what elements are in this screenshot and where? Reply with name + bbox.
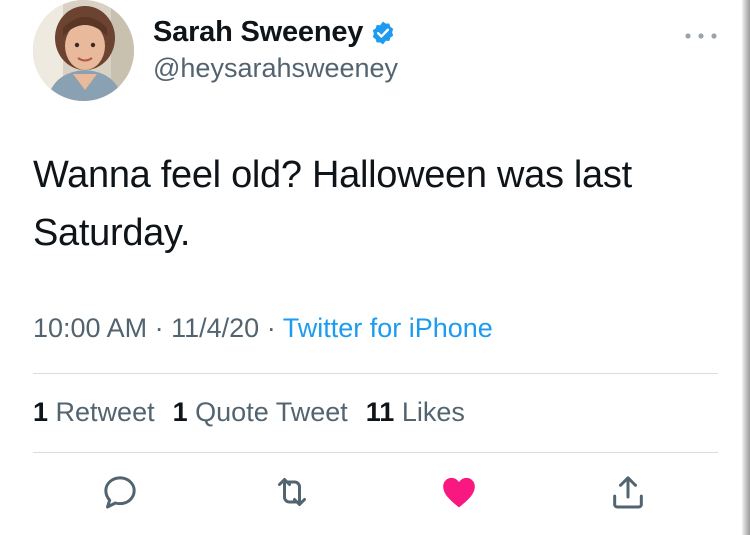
- divider: [33, 373, 718, 374]
- tweet-time[interactable]: 10:00 AM: [33, 313, 147, 343]
- tweet-metadata: 10:00 AM · 11/4/20 · Twitter for iPhone: [33, 313, 493, 344]
- likes-stat[interactable]: 11 Likes: [366, 397, 465, 427]
- tweet-source-link[interactable]: Twitter for iPhone: [283, 313, 493, 343]
- retweets-label: Retweet: [55, 397, 155, 427]
- meta-separator: ·: [266, 313, 276, 343]
- avatar[interactable]: [33, 0, 134, 101]
- quotes-label: Quote Tweet: [195, 397, 348, 427]
- retweet-icon[interactable]: [270, 470, 314, 514]
- verified-badge-icon: [370, 20, 396, 46]
- avatar-photo: [33, 0, 134, 101]
- tweet-header: Sarah Sweeney @heysarahsweeney: [33, 0, 733, 110]
- user-handle[interactable]: @heysarahsweeney: [153, 53, 398, 84]
- share-icon[interactable]: [606, 470, 650, 514]
- retweets-stat[interactable]: 1 Retweet: [33, 397, 155, 427]
- screen-edge: [742, 0, 750, 535]
- display-name[interactable]: Sarah Sweeney: [153, 16, 363, 49]
- reply-icon[interactable]: [98, 470, 142, 514]
- like-icon[interactable]: [437, 470, 481, 514]
- quotes-count: 1: [172, 397, 188, 427]
- divider: [33, 452, 718, 453]
- tweet-actions-bar: [0, 470, 750, 520]
- tweet-stats: 1 Retweet 1 Quote Tweet 11 Likes: [33, 397, 465, 428]
- meta-separator: ·: [154, 313, 164, 343]
- quotes-stat[interactable]: 1 Quote Tweet: [173, 397, 348, 427]
- tweet-text: Wanna feel old? Halloween was last Satur…: [33, 154, 632, 254]
- name-row: Sarah Sweeney: [153, 16, 396, 49]
- more-options-icon[interactable]: [683, 28, 719, 39]
- likes-count: 11: [365, 397, 395, 427]
- retweets-count: 1: [33, 397, 49, 427]
- tweet-date[interactable]: 11/4/20: [171, 313, 259, 343]
- likes-label: Likes: [401, 397, 465, 427]
